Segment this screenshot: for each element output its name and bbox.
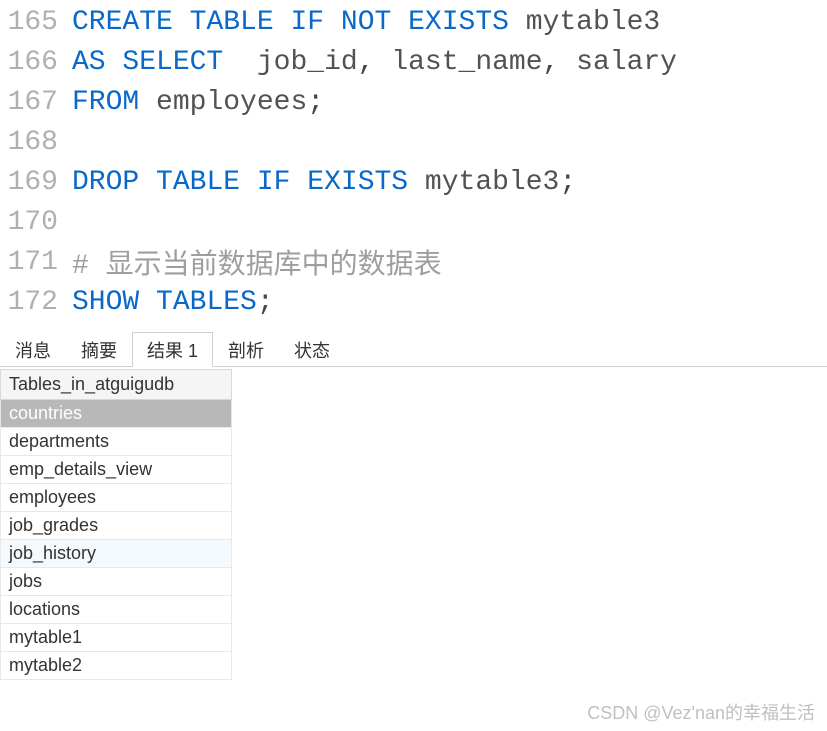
tab-profile[interactable]: 剖析 (213, 332, 279, 367)
table-row[interactable]: jobs (0, 568, 232, 596)
table-row[interactable]: job_grades (0, 512, 232, 540)
table-row[interactable]: mytable2 (0, 652, 232, 680)
line-number: 168 (0, 127, 72, 158)
line-number: 167 (0, 87, 72, 118)
code-line[interactable]: 172 SHOW TABLES; (0, 282, 827, 322)
cell-value: countries (9, 403, 82, 423)
table-row[interactable]: job_history (0, 540, 232, 568)
column-header[interactable]: Tables_in_atguigudb (0, 369, 232, 400)
watermark: CSDN @Vez'nan的幸福生活 (587, 699, 815, 725)
table-row[interactable]: mytable1 (0, 624, 232, 652)
table-row[interactable]: locations (0, 596, 232, 624)
code-content: CREATE TABLE IF NOT EXISTS mytable3 (72, 7, 660, 38)
result-tabs: 消息 摘要 结果 1 剖析 状态 (0, 332, 827, 367)
code-line[interactable]: 165 CREATE TABLE IF NOT EXISTS mytable3 (0, 2, 827, 42)
table-row[interactable]: employees (0, 484, 232, 512)
table-row[interactable]: departments (0, 428, 232, 456)
table-row[interactable]: countries (0, 400, 232, 428)
line-number: 172 (0, 287, 72, 318)
tab-status[interactable]: 状态 (279, 332, 345, 367)
code-line[interactable]: 169 DROP TABLE IF EXISTS mytable3; (0, 162, 827, 202)
line-number: 169 (0, 167, 72, 198)
code-content: SHOW TABLES; (72, 287, 274, 318)
code-line[interactable]: 167 FROM employees; (0, 82, 827, 122)
line-number: 165 (0, 7, 72, 38)
result-grid[interactable]: Tables_in_atguigudb countries department… (0, 369, 232, 680)
line-number: 170 (0, 207, 72, 238)
code-content: # 显示当前数据库中的数据表 (72, 242, 442, 282)
code-content: AS SELECT job_id, last_name, salary (72, 47, 677, 78)
code-line[interactable]: 168 (0, 122, 827, 162)
code-content: DROP TABLE IF EXISTS mytable3; (72, 167, 576, 198)
tab-messages[interactable]: 消息 (0, 332, 66, 367)
tab-summary[interactable]: 摘要 (66, 332, 132, 367)
code-line[interactable]: 170 (0, 202, 827, 242)
code-line[interactable]: 171 # 显示当前数据库中的数据表 (0, 242, 827, 282)
code-line[interactable]: 166 AS SELECT job_id, last_name, salary (0, 42, 827, 82)
code-content: FROM employees; (72, 87, 324, 118)
line-number: 171 (0, 247, 72, 278)
sql-editor[interactable]: 165 CREATE TABLE IF NOT EXISTS mytable3 … (0, 0, 827, 322)
tab-result-1[interactable]: 结果 1 (132, 332, 213, 367)
line-number: 166 (0, 47, 72, 78)
table-row[interactable]: emp_details_view (0, 456, 232, 484)
